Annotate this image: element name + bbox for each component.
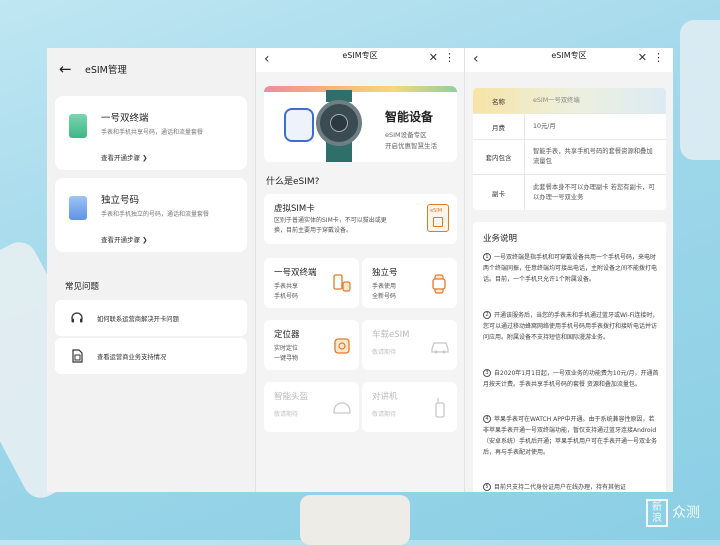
banner-title: 智能设备 xyxy=(385,110,434,124)
section-title: 业务说明 xyxy=(483,234,518,244)
tile-description: 实时定位 xyxy=(274,345,299,352)
tile-locator[interactable]: 定位器 实时定位 一键寻物 xyxy=(264,320,359,370)
table-row: 套内包含 智能手表，共享手机号码的套餐资源和叠加流量包 xyxy=(473,140,666,175)
description-paragraph: 3 自2020年1月1日起，一号双业务的功能费为10元/月，开通首月按天计费。手表… xyxy=(483,369,659,388)
business-description-card: 业务说明 1 一号双终端是指手机和可穿戴设备共用一个手机号码，来电时两个终端同振，… xyxy=(473,222,666,492)
tile-status: 敬请期待 xyxy=(372,411,397,418)
close-icon[interactable]: ✕ xyxy=(429,51,438,64)
plan-card-independent-number[interactable]: 独立号码 手表和手机独立的号码，通话和流量套餐 查看开通步骤 ❯ xyxy=(55,178,247,252)
tile-status: 敬请期待 xyxy=(372,349,397,356)
kids-watch-image xyxy=(284,108,314,142)
row-key: 副卡 xyxy=(473,175,525,210)
description-paragraph: 2 开通该服务后，当您的手表未和手机通过蓝牙或Wi-Fi连接时，您可以通过移动蜂窝… xyxy=(483,311,659,341)
esim-management-panel: ← eSIM管理 一号双终端 手表和手机共享号码，通话和流量套餐 查看开通步骤 … xyxy=(47,48,255,492)
row-key: 月费 xyxy=(473,114,525,139)
faq-text: 如何联系运营商解决开卡问题 xyxy=(97,315,179,323)
plan-description: 手表和手机独立的号码，通话和流量套餐 xyxy=(101,211,210,218)
number-badge: 1 xyxy=(483,253,491,261)
tile-title: 定位器 xyxy=(274,330,300,340)
table-row: 月费 10元/月 xyxy=(473,114,666,140)
tile-walkie-talkie: 对讲机 敬请期待 xyxy=(362,382,457,432)
banner-accent xyxy=(264,86,457,92)
virtual-sim-card-tile[interactable]: 虚拟SIM卡 区别于普通实体的SIM卡，不可以拔出或更 换，目前主要用于穿戴设备… xyxy=(264,194,457,244)
tile-description: 换，目前主要用于穿戴设备。 xyxy=(274,227,353,234)
locator-icon xyxy=(331,334,353,358)
section-title: 什么是eSIM? xyxy=(266,177,320,187)
header: ‹ eSIM专区 ✕ ⋮ xyxy=(256,48,464,72)
back-arrow-icon[interactable]: ← xyxy=(59,60,75,78)
sim-list-icon xyxy=(69,348,85,364)
tile-dual-terminal[interactable]: 一号双终端 手表共享 手机号码 xyxy=(264,258,359,308)
faq-text: 查看运营商业务支持情况 xyxy=(97,353,167,361)
tile-description: 手表共享 xyxy=(274,283,299,290)
plan-info-table: 名称 eSIM一号双终端 月费 10元/月 套内包含 智能手表，共享手机号码的套… xyxy=(473,88,666,210)
tile-title: 一号双终端 xyxy=(274,268,317,278)
tile-car-esim: 车载eSIM 敬请期待 xyxy=(362,320,457,370)
number-badge: 3 xyxy=(483,369,491,377)
row-key: 名称 xyxy=(473,88,525,113)
watermark-logo: 新浪 众测 xyxy=(646,496,706,530)
sim-card-icon xyxy=(69,114,87,138)
tile-description: 区别于普通实体的SIM卡，不可以拔出或更 xyxy=(274,217,387,224)
plan-card-dual-terminal[interactable]: 一号双终端 手表和手机共享号码，通话和流量套餐 查看开通步骤 ❯ xyxy=(55,96,247,170)
tile-description: 手表使用 xyxy=(372,283,397,290)
walkie-talkie-icon xyxy=(429,396,451,420)
phone-watch-icon xyxy=(331,272,353,296)
header: ← eSIM管理 xyxy=(47,48,255,90)
table-row: 名称 eSIM一号双终端 xyxy=(473,88,666,114)
tile-smart-helmet: 智能头盔 敬请期待 xyxy=(264,382,359,432)
table-row: 副卡 此套餐本身不可以办理副卡 若您有副卡，可以办理一号双业务 xyxy=(473,175,666,210)
tile-title: 虚拟SIM卡 xyxy=(274,204,315,214)
close-icon[interactable]: ✕ xyxy=(638,51,647,64)
description-paragraph: 4 苹果手表可在WATCH APP中开通。由于系统兼容性原因，若非苹果手表开通一号… xyxy=(483,415,658,456)
tile-description: 手机号码 xyxy=(274,293,299,300)
row-value: 智能手表，共享手机号码的套餐资源和叠加流量包 xyxy=(533,148,653,165)
tile-title: 智能头盔 xyxy=(274,392,309,402)
esim-zone-panel: ‹ eSIM专区 ✕ ⋮ 智能设备 eSIM设备专区 开启优惠智慧生活 什么是e… xyxy=(255,48,464,492)
number-badge: 2 xyxy=(483,311,491,319)
banner-subtitle: eSIM设备专区 xyxy=(385,131,427,139)
watch-icon xyxy=(429,272,451,296)
esim-plan-detail-panel: ‹ eSIM专区 ✕ ⋮ 名称 eSIM一号双终端 月费 10元/月 套内包含 … xyxy=(464,48,673,492)
number-badge: 4 xyxy=(483,415,491,423)
helmet-icon xyxy=(331,396,353,420)
description-paragraph: 1 一号双终端是指手机和可穿戴设备共用一个手机号码，来电时两个终端同振，任意终端均… xyxy=(483,253,658,283)
plan-description: 手表和手机共享号码，通话和流量套餐 xyxy=(101,129,204,136)
number-badge: 5 xyxy=(483,483,491,491)
row-key: 套内包含 xyxy=(473,140,525,174)
view-steps-link[interactable]: 查看开通步骤 ❯ xyxy=(101,234,148,244)
headset-icon xyxy=(69,310,85,326)
plan-title: 独立号码 xyxy=(101,195,140,206)
tile-title: 对讲机 xyxy=(372,392,398,402)
background-device xyxy=(680,20,720,160)
page-title: eSIM管理 xyxy=(85,65,127,76)
plan-title: 一号双终端 xyxy=(101,113,149,124)
banner-subtitle: 开启优惠智慧生活 xyxy=(385,142,437,150)
esim-chip-icon: eSIM xyxy=(427,204,449,232)
smart-device-banner[interactable]: 智能设备 eSIM设备专区 开启优惠智慧生活 xyxy=(264,86,457,162)
tile-status: 敬请期待 xyxy=(274,411,299,418)
sim-card-icon xyxy=(69,196,87,220)
tile-independent-number[interactable]: 独立号 手表使用 全新号码 xyxy=(362,258,457,308)
tile-title: 独立号 xyxy=(372,268,398,278)
tile-title: 车载eSIM xyxy=(372,330,410,340)
car-icon xyxy=(429,334,451,358)
view-steps-link[interactable]: 查看开通步骤 ❯ xyxy=(101,152,148,162)
header: ‹ eSIM专区 ✕ ⋮ xyxy=(465,48,673,72)
more-menu-icon[interactable]: ⋮ xyxy=(444,51,455,64)
faq-header: 常见问题 xyxy=(65,282,100,292)
row-value: 10元/月 xyxy=(533,122,556,130)
tile-description: 全新号码 xyxy=(372,293,397,300)
row-value: 此套餐本身不可以办理副卡 若您有副卡，可以办理一号双业务 xyxy=(533,183,655,201)
tile-description: 一键寻物 xyxy=(274,355,299,362)
more-menu-icon[interactable]: ⋮ xyxy=(653,51,664,64)
faq-item-contact-carrier[interactable]: 如何联系运营商解决开卡问题 xyxy=(55,300,247,336)
row-value: eSIM一号双终端 xyxy=(533,96,580,104)
smartwatch-image xyxy=(316,100,362,146)
description-paragraph: 5 目前只支持二代身份证用户在线办理，持有其他证 xyxy=(483,482,659,492)
faq-item-carrier-support[interactable]: 查看运营商业务支持情况 xyxy=(55,338,247,374)
background-device xyxy=(300,495,410,545)
